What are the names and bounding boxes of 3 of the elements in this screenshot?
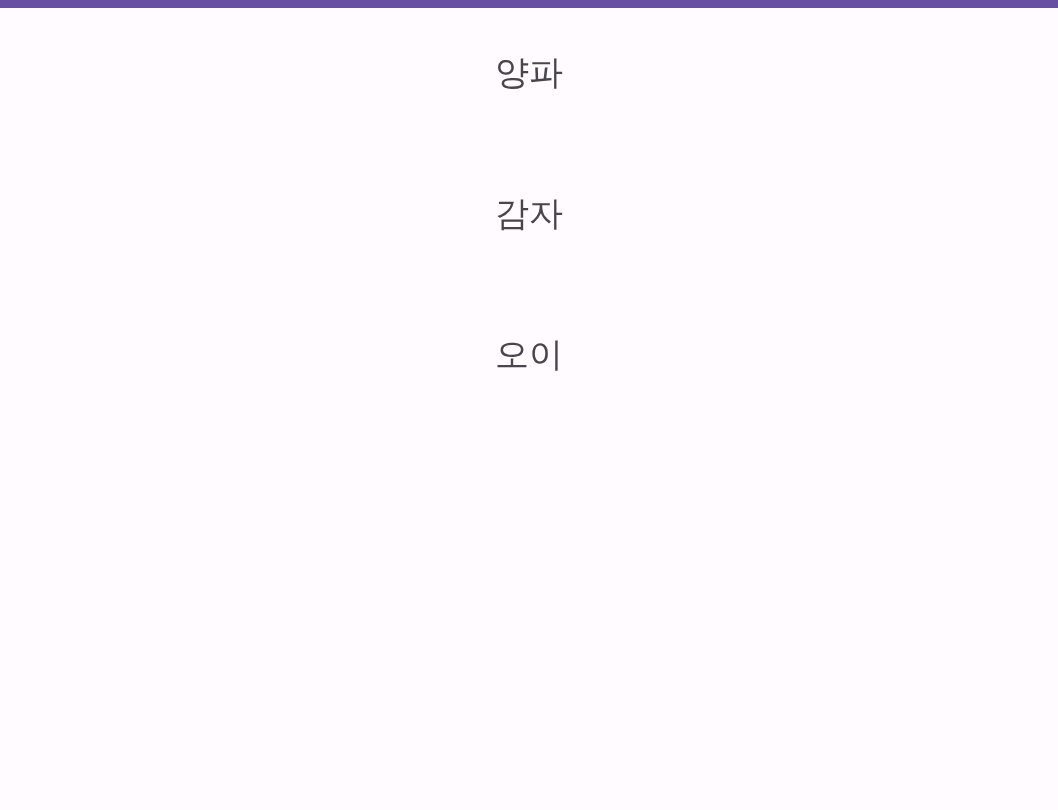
list-item[interactable]: 오이 [495,334,563,375]
list-item[interactable]: 감자 [495,193,563,234]
list-item[interactable]: 양파 [495,52,563,93]
